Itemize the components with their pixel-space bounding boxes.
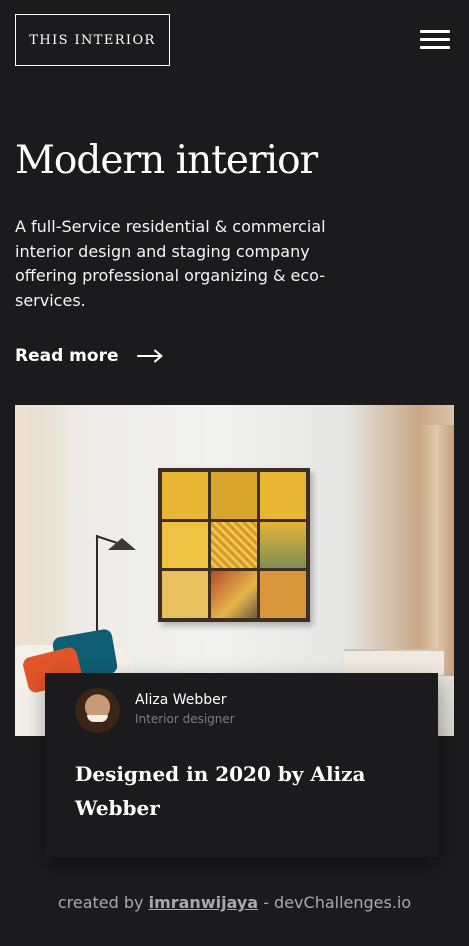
footer-prefix: created by — [57, 893, 144, 912]
read-more-link[interactable]: Read more — [15, 346, 163, 366]
author-link[interactable]: imranwijaya — [149, 893, 259, 912]
author-name: Aliza Webber — [135, 692, 227, 708]
hamburger-menu-icon[interactable] — [420, 27, 450, 51]
card-title: Designed in 2020 by Aliza Webber — [75, 762, 366, 820]
hero-title: Modern interior — [15, 138, 318, 183]
avatar — [75, 688, 120, 733]
hero-description: A full-Service residential & commercial … — [15, 217, 326, 310]
arrow-right-icon — [136, 349, 162, 363]
designer-card: Aliza Webber Interior designer Designed … — [45, 673, 438, 857]
logo[interactable]: THIS INTERIOR — [15, 14, 170, 66]
site-header: THIS INTERIOR — [15, 14, 454, 66]
footer-suffix: - devChallenges.io — [263, 893, 412, 912]
wall-art — [158, 468, 310, 622]
read-more-label: Read more — [15, 346, 119, 366]
author-role: Interior designer — [135, 712, 235, 726]
logo-text: THIS INTERIOR — [29, 32, 156, 48]
footer: created by imranwijaya - devChallenges.i… — [0, 893, 469, 912]
